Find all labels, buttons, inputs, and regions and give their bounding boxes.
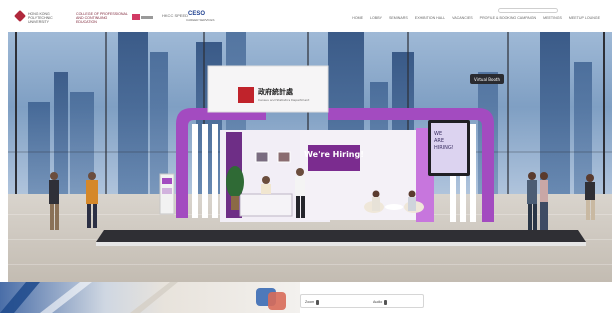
ceso-logo[interactable]: CESO bbox=[188, 11, 205, 17]
main-nav: HOME LOBBY SEMINARS EXHIBITION HALL VACA… bbox=[352, 16, 600, 20]
nav-item-profile-booking[interactable]: PROFILE & BOOKING CAMPAIGN bbox=[480, 16, 536, 20]
polyu-logo-text: HONG KONG POLYTECHNIC UNIVERSITY bbox=[28, 12, 53, 24]
csd-logo-icon bbox=[238, 87, 254, 103]
booth-stripe bbox=[192, 124, 198, 218]
hall-preview-thumbnail[interactable] bbox=[0, 282, 300, 313]
visitor-avatar[interactable] bbox=[540, 172, 548, 230]
visitor-avatar[interactable] bbox=[372, 190, 380, 212]
partner-logo-b[interactable]: HKCC SPEED bbox=[162, 13, 188, 18]
audio-slider-knob[interactable] bbox=[384, 299, 388, 305]
screen-text-line: HIRING! bbox=[434, 145, 454, 151]
nav-item-home[interactable]: HOME bbox=[352, 16, 363, 20]
plant-pot bbox=[231, 196, 239, 210]
brochure bbox=[162, 188, 172, 194]
booth-stripe bbox=[202, 124, 208, 218]
virtual-booth-scene[interactable]: We're Hiring! WE ARE HIRING! 政府統計處 Censu… bbox=[8, 32, 612, 282]
audio-label: Audio bbox=[373, 300, 383, 304]
sign-chinese-text: 政府統計處 bbox=[258, 87, 294, 96]
booth-staff-avatar[interactable] bbox=[261, 176, 271, 194]
wall-photo bbox=[255, 151, 269, 163]
zoom-control[interactable]: Zoom bbox=[305, 297, 320, 307]
booth-stripe bbox=[470, 124, 476, 222]
visitor-avatar[interactable] bbox=[585, 174, 595, 220]
lounge-table bbox=[385, 204, 403, 210]
college-logo[interactable]: COLLEGE OF PROFESSIONAL AND CONTINUING E… bbox=[76, 12, 128, 25]
search-input[interactable] bbox=[498, 8, 558, 13]
nav-item-meetup-lounge[interactable]: MEETUP LOUNGE bbox=[569, 16, 600, 20]
hall-preview-image bbox=[0, 282, 286, 313]
bottom-strip: Zoom Audio bbox=[0, 282, 612, 313]
zoom-label: Zoom bbox=[305, 300, 315, 304]
visitor-avatar[interactable] bbox=[86, 172, 98, 228]
polyu-emblem-icon bbox=[14, 10, 26, 22]
partner-logo-wordmark bbox=[141, 16, 153, 19]
partner-logo-mark bbox=[132, 14, 140, 20]
polyu-logo[interactable]: HONG KONG POLYTECHNIC UNIVERSITY bbox=[14, 10, 58, 24]
ceso-logo-subtitle: CAREER SERVICES bbox=[186, 18, 215, 22]
sign-english-text: Census and Statistics Department bbox=[258, 98, 310, 102]
screen-text-line: ARE bbox=[434, 138, 444, 144]
kiosk-sign-text: Virtual Booth bbox=[474, 77, 501, 82]
potted-plant bbox=[226, 166, 244, 198]
nav-item-seminars[interactable]: SEMINARS bbox=[389, 16, 408, 20]
booth-platform-edge bbox=[96, 242, 586, 246]
site-header: HONG KONG POLYTECHNIC UNIVERSITY COLLEGE… bbox=[0, 0, 612, 32]
visitor-avatar[interactable] bbox=[49, 172, 59, 230]
nav-item-vacancies[interactable]: VACANCIES bbox=[452, 16, 473, 20]
viewer-controls: Zoom Audio bbox=[300, 294, 424, 308]
brochure bbox=[162, 178, 172, 184]
reception-counter bbox=[239, 193, 293, 217]
booth-stripe bbox=[212, 124, 218, 218]
booth-platform bbox=[96, 230, 586, 242]
visitor-avatar[interactable] bbox=[408, 190, 416, 212]
partner-logo-a[interactable] bbox=[132, 13, 154, 21]
zoom-slider-knob[interactable] bbox=[316, 299, 320, 305]
nav-item-exhibition-hall[interactable]: EXHIBITION HALL bbox=[415, 16, 445, 20]
hiring-banner-text: We're Hiring! bbox=[304, 150, 364, 159]
screen-text-line: WE bbox=[434, 131, 442, 137]
nav-item-lobby[interactable]: LOBBY bbox=[370, 16, 382, 20]
wall-photo bbox=[277, 151, 291, 163]
visitor-avatar[interactable] bbox=[527, 172, 537, 230]
exhibition-booth: We're Hiring! WE ARE HIRING! 政府統計處 Censu… bbox=[49, 65, 595, 246]
nav-item-meetings[interactable]: MEETINGS bbox=[543, 16, 562, 20]
audio-control[interactable]: Audio bbox=[373, 297, 388, 307]
